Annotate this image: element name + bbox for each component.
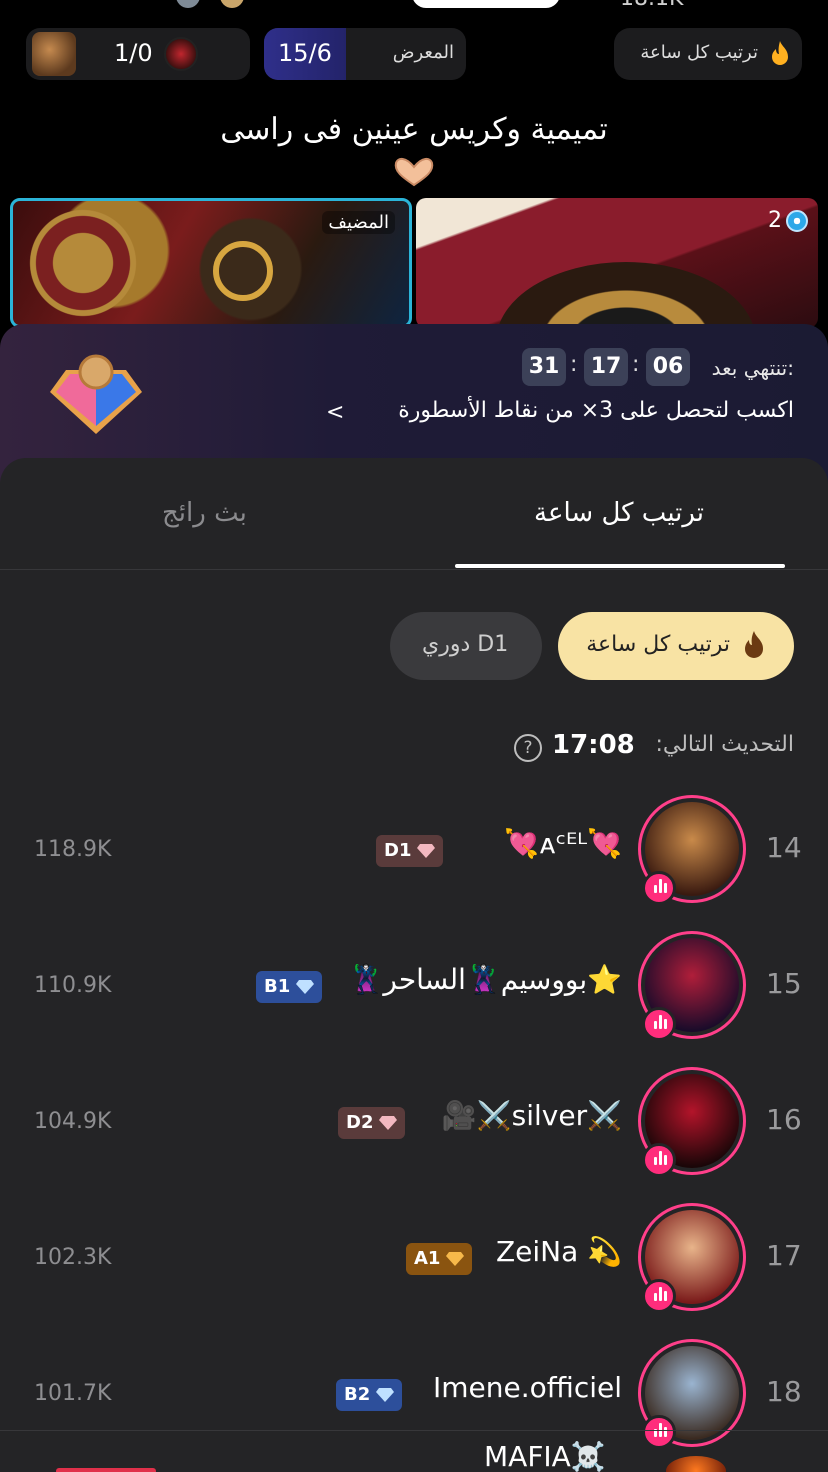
username: 💘ᴀᶜᴱᴸ💘 (504, 827, 622, 860)
score-value: 101.7K (34, 1381, 112, 1406)
viewer-count: 18.1K (620, 0, 683, 11)
divider (0, 569, 828, 570)
score-value: 118.9K (34, 837, 112, 862)
rank-number: 18 (766, 1375, 802, 1408)
score-value: 104.9K (34, 1109, 112, 1134)
fire-icon (772, 41, 788, 65)
tier-label: B2 (344, 1384, 371, 1405)
follow-button[interactable] (412, 0, 560, 8)
pk-host-avatar[interactable] (164, 37, 198, 71)
exhibit-score: 15/6 (278, 39, 332, 67)
live-room-screen: 18.1K 1/0 15/6 المعرض ترتيب كل ساعة تميم… (0, 0, 828, 1472)
tier-badge: B1 (256, 971, 323, 1003)
fire-icon (745, 631, 763, 658)
timer-hours: 06 (646, 348, 690, 386)
promo-text[interactable]: اكسب لتحصل على 3× من نقاط الأسطورة (398, 398, 794, 423)
chevron-left-icon[interactable]: < (326, 400, 344, 425)
pk-score: 1/0 (114, 39, 153, 67)
guest-video-tile[interactable]: 2 (416, 198, 818, 328)
guest-tile-medal-graphic (496, 262, 756, 328)
host-tile-medal-graphic (23, 203, 143, 323)
timer-separator: : (570, 352, 578, 377)
exhibit-label: المعرض (392, 42, 454, 63)
tab-hourly-ranking[interactable]: ترتيب كل ساعة (534, 498, 704, 528)
top-bar-remnant: 18.1K (0, 0, 828, 14)
rank-number: 15 (766, 967, 802, 1000)
timer-minutes: 17 (584, 348, 628, 386)
tier-label: D1 (384, 840, 412, 861)
username: ⭐بووسيم🦹الساحر🦹 (348, 963, 623, 996)
heart-hands-icon (394, 157, 434, 187)
tier-badge: D2 (338, 1107, 406, 1139)
ranking-row[interactable]: 16 ⚔️silver⚔️🎥 D2 104.9K (0, 1067, 828, 1205)
score-value: 110.9K (34, 973, 112, 998)
pk-opponent-avatar[interactable] (32, 32, 76, 76)
active-tab-indicator (455, 564, 785, 568)
help-icon[interactable]: ? (514, 734, 542, 762)
timer-separator: : (632, 352, 640, 377)
chip-hourly-label: ترتيب كل ساعة (586, 632, 730, 657)
tier-label: D2 (346, 1112, 374, 1133)
diamond-icon (296, 980, 315, 994)
ranking-row[interactable]: 18 Imene.officiel B2 101.7K (0, 1339, 828, 1472)
tier-label: B1 (264, 976, 291, 997)
gear-icon (786, 209, 808, 232)
live-indicator-icon (642, 1415, 676, 1449)
guest-badge: 2 (768, 208, 808, 233)
rank-number: 17 (766, 1239, 802, 1272)
divider (0, 1430, 828, 1431)
username: 💫 ZeiNa (495, 1235, 622, 1268)
next-update-label: التحديث التالي: (655, 732, 794, 757)
score-value: 102.3K (34, 1245, 112, 1270)
live-indicator-icon (642, 1143, 676, 1177)
timer-seconds: 31 (522, 348, 566, 386)
live-indicator-icon (642, 1007, 676, 1041)
diamond-icon (446, 1252, 465, 1266)
viewer-avatar[interactable] (220, 0, 244, 8)
room-title: تميمية وكريس عينين فى راسى (220, 112, 608, 147)
diamond-icon (379, 1116, 398, 1130)
chip-hourly-ranking[interactable]: ترتيب كل ساعة (558, 612, 794, 680)
guest-count: 2 (768, 208, 782, 233)
partial-row-username[interactable]: MAFIA☠️ (484, 1440, 606, 1472)
hourly-ranking-button[interactable]: ترتيب كل ساعة (614, 28, 802, 80)
partial-row-badge (56, 1468, 156, 1472)
ends-in-label: تنتهي بعد: (711, 356, 794, 380)
username: Imene.officiel (432, 1371, 622, 1404)
host-tile-crown-graphic (213, 241, 273, 301)
ranking-row[interactable]: 14 💘ᴀᶜᴱᴸ💘 D1 118.9K (0, 795, 828, 933)
live-indicator-icon (642, 1279, 676, 1313)
ranking-row[interactable]: 15 ⭐بووسيم🦹الساحر🦹 B1 110.9K (0, 931, 828, 1069)
tab-rising-live[interactable]: بث رائج (162, 498, 247, 528)
username: ⚔️silver⚔️🎥 (441, 1099, 622, 1132)
ranking-row[interactable]: 17 💫 ZeiNa A1 102.3K (0, 1203, 828, 1341)
hourly-ranking-label: ترتيب كل ساعة (640, 42, 758, 63)
rank-number: 16 (766, 1103, 802, 1136)
rank-number: 14 (766, 831, 802, 864)
tier-label: A1 (414, 1248, 441, 1269)
exhibit-panel[interactable]: 15/6 المعرض (264, 28, 466, 80)
host-tag: المضيف (322, 211, 395, 234)
diamond-icon (417, 844, 436, 858)
diamond-ice-cream-icon (50, 354, 142, 434)
chip-league-label: دوري D1 (422, 632, 509, 657)
tier-badge: D1 (376, 835, 444, 867)
tier-badge: A1 (406, 1243, 473, 1275)
viewer-avatar[interactable] (176, 0, 200, 8)
live-indicator-icon (642, 871, 676, 905)
diamond-icon (376, 1388, 395, 1402)
chip-league-d1[interactable]: دوري D1 (390, 612, 542, 680)
next-update-time: 17:08 (552, 730, 635, 760)
pk-battle-panel[interactable]: 1/0 (26, 28, 250, 80)
host-video-tile[interactable]: المضيف (10, 198, 412, 328)
tier-badge: B2 (336, 1379, 403, 1411)
